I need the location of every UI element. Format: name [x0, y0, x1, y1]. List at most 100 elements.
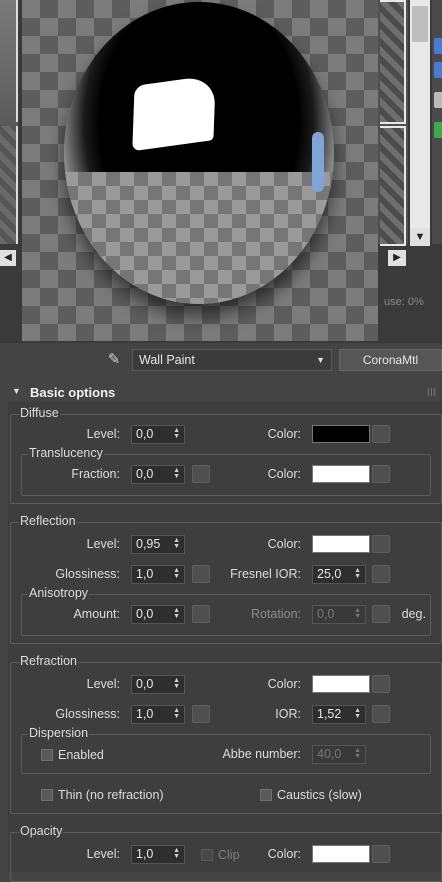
- spinner-value: 0,0: [136, 467, 154, 481]
- spinner-arrows-icon[interactable]: ▲ ▼: [354, 707, 361, 720]
- diffuse-level-label: Level:: [86, 427, 120, 441]
- spinner-arrows-icon[interactable]: ▲ ▼: [173, 427, 180, 440]
- reflection-glossiness-label: Glossiness:: [55, 567, 120, 581]
- sample-slot-thumbnail[interactable]: [0, 0, 18, 122]
- reflection-color-swatch[interactable]: [312, 535, 370, 553]
- spinner-arrows-icon[interactable]: ▲ ▼: [173, 567, 180, 580]
- group-title: Opacity: [19, 824, 64, 838]
- translucency-color-swatch[interactable]: [312, 465, 370, 483]
- rotation-unit-label: deg.: [401, 607, 426, 621]
- translucency-fraction-map-button[interactable]: [192, 465, 210, 483]
- diffuse-color-label: Color:: [267, 427, 301, 441]
- diffuse-color-swatch[interactable]: [312, 425, 370, 443]
- anisotropy-amount-label: Amount:: [73, 607, 120, 621]
- material-name-dropdown[interactable]: Wall Paint ▼: [132, 349, 332, 371]
- reflection-level-spinner[interactable]: 0,95 ▲ ▼: [131, 535, 185, 554]
- rim-reflection: [312, 132, 324, 192]
- dispersion-enabled-checkbox[interactable]: [41, 749, 53, 761]
- spinner-value: 0,0: [136, 677, 154, 691]
- spinner-value: 0,0: [317, 607, 335, 621]
- opacity-color-label: Color:: [267, 847, 301, 861]
- material-type-button[interactable]: CoronaMtl: [339, 349, 442, 371]
- scroll-right-icon[interactable]: ▶: [388, 250, 406, 266]
- opacity-color-map-button[interactable]: [372, 845, 390, 863]
- material-name: Wall Paint: [139, 353, 195, 367]
- spinner-value: 0,95: [136, 537, 161, 551]
- anisotropy-amount-spinner[interactable]: 0,0 ▲ ▼: [131, 605, 185, 624]
- translucency-color-label: Color:: [267, 467, 301, 481]
- fresnel-ior-map-button[interactable]: [372, 565, 390, 583]
- reflection-glossiness-map-button[interactable]: [192, 565, 210, 583]
- abbe-number-spinner[interactable]: 40,0 ▲ ▼: [312, 745, 366, 764]
- translucency-fraction-label: Fraction:: [71, 467, 120, 481]
- spinner-value: 40,0: [317, 747, 342, 761]
- sphere-reflection: [64, 172, 334, 304]
- opacity-color-swatch[interactable]: [312, 845, 370, 863]
- diffuse-level-spinner[interactable]: 0,0 ▲ ▼: [131, 425, 185, 444]
- spinner-arrows-icon[interactable]: ▲ ▼: [173, 707, 180, 720]
- reflection-glossiness-spinner[interactable]: 1,0 ▲ ▼: [131, 565, 185, 584]
- thin-checkbox[interactable]: [41, 789, 53, 801]
- caustics-checkbox[interactable]: [260, 789, 272, 801]
- refraction-glossiness-label: Glossiness:: [55, 707, 120, 721]
- spinner-value: 0,0: [136, 427, 154, 441]
- group-title: Translucency: [28, 446, 104, 460]
- drag-grip-icon[interactable]: [428, 388, 436, 396]
- ior-spinner[interactable]: 1,52 ▲ ▼: [312, 705, 366, 724]
- sample-slot-thumbnail[interactable]: [380, 126, 406, 246]
- backlight-icon[interactable]: [434, 62, 442, 78]
- opacity-level-label: Level:: [86, 847, 120, 861]
- group-title: Dispersion: [28, 726, 90, 740]
- abbe-number-label: Abbe number:: [222, 747, 301, 761]
- spinner-value: 1,0: [136, 567, 154, 581]
- reflection-color-label: Color:: [267, 537, 301, 551]
- refraction-level-spinner[interactable]: 0,0 ▲ ▼: [131, 675, 185, 694]
- spinner-arrows-icon[interactable]: ▲ ▼: [173, 847, 180, 860]
- refraction-color-swatch[interactable]: [312, 675, 370, 693]
- sample-slot-thumbnail[interactable]: [0, 126, 18, 244]
- fresnel-ior-label: Fresnel IOR:: [230, 567, 301, 581]
- ior-label: IOR:: [275, 707, 301, 721]
- fresnel-ior-spinner[interactable]: 25,0 ▲ ▼: [312, 565, 366, 584]
- group-title: Anisotropy: [28, 586, 90, 600]
- opacity-clip-checkbox[interactable]: [201, 849, 213, 861]
- anisotropy-amount-map-button[interactable]: [192, 605, 210, 623]
- spinner-value: 1,0: [136, 847, 154, 861]
- anisotropy-rotation-map-button[interactable]: [372, 605, 390, 623]
- anisotropy-rotation-spinner[interactable]: 0,0 ▲ ▼: [312, 605, 366, 624]
- spinner-arrows-icon[interactable]: ▲ ▼: [173, 607, 180, 620]
- rollout-header-basic-options[interactable]: ▼ Basic options: [0, 382, 442, 404]
- ior-map-button[interactable]: [372, 705, 390, 723]
- scrollbar-thumb[interactable]: [412, 6, 428, 42]
- sample-slot-thumbnail[interactable]: [380, 0, 406, 124]
- opacity-clip-label: Clip: [218, 848, 240, 862]
- refraction-level-label: Level:: [86, 677, 120, 691]
- spinner-arrows-icon[interactable]: ▲ ▼: [173, 537, 180, 550]
- opacity-level-spinner[interactable]: 1,0 ▲ ▼: [131, 845, 185, 864]
- translucency-fraction-spinner[interactable]: 0,0 ▲ ▼: [131, 465, 185, 484]
- translucency-color-map-button[interactable]: [372, 465, 390, 483]
- background-icon[interactable]: [434, 92, 442, 108]
- spinner-arrows-icon[interactable]: ▲ ▼: [173, 677, 180, 690]
- specular-highlight: [132, 74, 216, 152]
- refraction-glossiness-spinner[interactable]: 1,0 ▲ ▼: [131, 705, 185, 724]
- eyedropper-icon[interactable]: ✎: [104, 350, 124, 370]
- scroll-left-icon[interactable]: ◀: [0, 250, 16, 266]
- sample-type-icon[interactable]: [434, 38, 442, 54]
- diffuse-color-map-button[interactable]: [372, 425, 390, 443]
- reflection-color-map-button[interactable]: [372, 535, 390, 553]
- uv-tiling-icon[interactable]: [434, 122, 442, 138]
- anisotropy-rotation-label: Rotation:: [250, 607, 301, 621]
- reflection-level-label: Level:: [86, 537, 120, 551]
- group-title: Reflection: [19, 514, 77, 528]
- spinner-arrows-icon[interactable]: ▲ ▼: [354, 567, 361, 580]
- spinner-arrows-icon[interactable]: ▲ ▼: [354, 747, 361, 760]
- spinner-arrows-icon[interactable]: ▲ ▼: [354, 607, 361, 620]
- refraction-glossiness-map-button[interactable]: [192, 705, 210, 723]
- scroll-down-icon[interactable]: ▼: [410, 228, 430, 246]
- spinner-arrows-icon[interactable]: ▲ ▼: [173, 467, 180, 480]
- collapse-icon: ▼: [12, 386, 21, 396]
- preview-sphere: [64, 2, 334, 304]
- rollout-title: Basic options: [30, 385, 116, 400]
- refraction-color-map-button[interactable]: [372, 675, 390, 693]
